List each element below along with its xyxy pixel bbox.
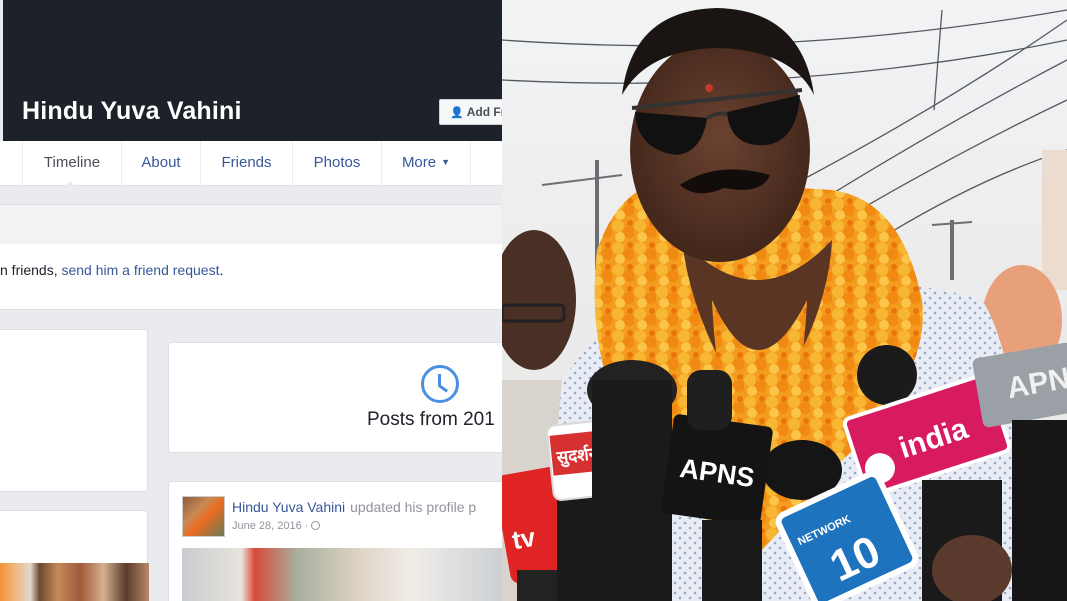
news-photo: tv सुदर्शन APNS india NETWORK 10 APN — [502, 0, 1067, 601]
man-head — [630, 38, 810, 262]
tab-photos[interactable]: Photos — [292, 141, 381, 186]
globe-icon — [311, 521, 321, 530]
photos-card — [0, 510, 149, 601]
friend-request-notice: n friends, send him a friend request. — [0, 244, 502, 310]
tab-more[interactable]: More ▼ — [381, 141, 471, 186]
chevron-down-icon: ▼ — [441, 157, 451, 167]
avatar[interactable] — [182, 496, 225, 537]
intro-card — [0, 329, 148, 492]
friend-notice-suffix: . — [219, 262, 224, 278]
posts-from-label: Posts from 201 — [367, 409, 495, 430]
tab-friends-label: Friends — [221, 154, 272, 171]
cover-area: Hindu Yuva Vahini 👤 Add Fr — [0, 0, 502, 141]
building — [1042, 150, 1067, 290]
friend-notice-prefix: n friends, — [0, 262, 62, 278]
post-date-text: June 28, 2016 · — [232, 520, 309, 532]
tab-more-label: More — [401, 154, 437, 171]
send-friend-request-link[interactable]: send him a friend request — [61, 262, 219, 278]
profile-tab-bar: Timeline About Friends Photos More ▼ — [0, 141, 502, 186]
posts-from-card[interactable]: Posts from 201 — [168, 342, 502, 453]
tab-about[interactable]: About — [121, 141, 200, 186]
clock-icon — [421, 365, 459, 403]
post-date[interactable]: June 28, 2016 · — [232, 520, 321, 532]
tilak — [705, 84, 713, 92]
tab-friends[interactable]: Friends — [200, 141, 292, 186]
photo-thumbnails[interactable] — [0, 563, 149, 601]
add-friend-button[interactable]: 👤 Add Fr — [439, 99, 502, 125]
friend-notice-text: n friends, send him a friend request. — [0, 262, 223, 278]
cover-edge — [0, 0, 3, 141]
facebook-page: Hindu Yuva Vahini 👤 Add Fr Timeline About… — [0, 0, 502, 601]
tab-about-label: About — [141, 154, 181, 171]
add-friend-label: Add Fr — [466, 105, 502, 119]
post-header: Hindu Yuva Vahini updated his profile p — [232, 499, 476, 515]
post-card: Hindu Yuva Vahini updated his profile p J… — [168, 481, 502, 601]
tab-timeline[interactable]: Timeline — [22, 141, 121, 186]
tab-timeline-label: Timeline — [43, 154, 101, 171]
post-action-text: updated his profile p — [350, 499, 477, 515]
post-author-link[interactable]: Hindu Yuva Vahini — [232, 499, 345, 515]
page-title: Hindu Yuva Vahini — [22, 97, 242, 125]
tab-photos-label: Photos — [313, 154, 361, 171]
section-strip — [0, 204, 502, 244]
post-image[interactable] — [182, 548, 502, 601]
photo-canvas: tv सुदर्शन APNS india NETWORK 10 APN — [502, 0, 1067, 601]
add-person-icon: 👤 — [450, 107, 464, 119]
active-tab-indicator — [64, 181, 76, 187]
